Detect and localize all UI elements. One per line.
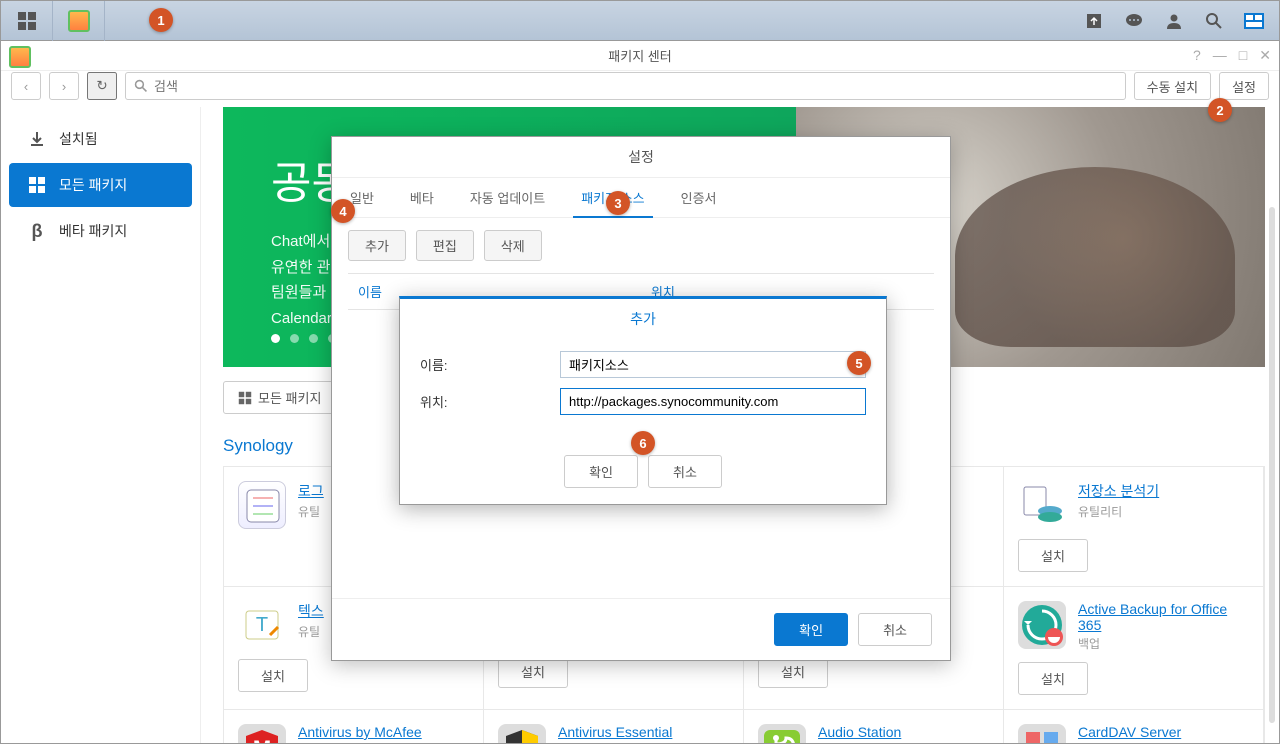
- package-icon: [758, 724, 806, 743]
- scrollbar[interactable]: [1269, 207, 1275, 723]
- add-source-button[interactable]: 추가: [348, 230, 406, 261]
- callout-6: 6: [631, 431, 655, 455]
- nav-forward-button[interactable]: ›: [49, 72, 79, 100]
- callout-4: 4: [331, 199, 355, 223]
- toolbar: ‹ › ↻ 수동 설치 설정: [1, 71, 1279, 107]
- grid-icon: [27, 175, 47, 195]
- add-cancel-button[interactable]: 취소: [648, 455, 722, 488]
- upload-icon[interactable]: [1083, 10, 1105, 32]
- location-input[interactable]: [560, 388, 866, 415]
- package-icon: T: [238, 601, 286, 649]
- search-icon[interactable]: [1203, 10, 1225, 32]
- search-icon: [134, 79, 148, 93]
- package-icon: [1018, 724, 1066, 743]
- tab-beta[interactable]: 베타: [392, 178, 452, 217]
- name-label: 이름:: [420, 355, 560, 374]
- svg-text:T: T: [256, 614, 268, 636]
- sidebar: 설치됨 모든 패키지 β 베타 패키지: [1, 107, 201, 743]
- package-card[interactable]: Audio Station멀티미디어: [744, 710, 1004, 743]
- package-card[interactable]: Antivirus Essential보안: [484, 710, 744, 743]
- window-title: 패키지 센터: [608, 46, 671, 65]
- download-icon: [27, 129, 47, 149]
- add-modal-title: 추가: [400, 299, 886, 339]
- settings-button[interactable]: 설정: [1219, 72, 1269, 100]
- grid-icon: [238, 391, 252, 405]
- search-box[interactable]: [125, 72, 1126, 100]
- refresh-button[interactable]: ↻: [87, 72, 117, 100]
- callout-1: 1: [149, 8, 173, 32]
- sidebar-item-label: 설치됨: [59, 129, 98, 149]
- package-icon: [1018, 481, 1066, 529]
- settings-cancel-button[interactable]: 취소: [858, 613, 932, 646]
- tab-auto-update[interactable]: 자동 업데이트: [452, 178, 563, 217]
- package-card[interactable]: M Antivirus by McAfee보안: [224, 710, 484, 743]
- apps-grid-icon: [18, 12, 36, 30]
- manual-install-button[interactable]: 수동 설치: [1134, 72, 1211, 100]
- install-button[interactable]: 설치: [1018, 662, 1088, 695]
- user-icon[interactable]: [1163, 10, 1185, 32]
- package-card[interactable]: 저장소 분석기유틸리티 설치: [1004, 467, 1264, 587]
- tab-certificate[interactable]: 인증서: [663, 178, 735, 217]
- sidebar-item-label: 모든 패키지: [59, 175, 127, 195]
- taskbar-package-center-button[interactable]: [53, 1, 105, 41]
- beta-icon: β: [27, 221, 47, 241]
- window-help-icon[interactable]: ?: [1193, 47, 1201, 64]
- install-button[interactable]: 설치: [238, 659, 308, 692]
- window-header: 패키지 센터 ? — □ ✕: [1, 41, 1279, 71]
- callout-5: 5: [847, 351, 871, 375]
- window-maximize-icon[interactable]: □: [1239, 47, 1247, 64]
- system-taskbar: [1, 1, 1279, 41]
- callout-2: 2: [1208, 98, 1232, 122]
- package-icon: [1018, 601, 1066, 649]
- edit-source-button[interactable]: 편집: [416, 230, 474, 261]
- search-input[interactable]: [148, 79, 1117, 94]
- chat-icon[interactable]: [1123, 10, 1145, 32]
- package-icon: [498, 724, 546, 743]
- window-close-icon[interactable]: ✕: [1259, 47, 1271, 64]
- taskbar-apps-button[interactable]: [1, 1, 53, 41]
- sidebar-item-all-packages[interactable]: 모든 패키지: [9, 163, 192, 207]
- settings-modal-title: 설정: [332, 137, 950, 178]
- name-input[interactable]: [560, 351, 866, 378]
- package-card[interactable]: CardDAV Server유틸리티: [1004, 710, 1264, 743]
- package-icon: [238, 481, 286, 529]
- banner-pagination[interactable]: [271, 334, 337, 343]
- package-card[interactable]: Active Backup for Office 365백업 설치: [1004, 587, 1264, 710]
- window-app-icon: [9, 46, 31, 68]
- delete-source-button[interactable]: 삭제: [484, 230, 542, 261]
- add-ok-button[interactable]: 확인: [564, 455, 638, 488]
- settings-ok-button[interactable]: 확인: [774, 613, 848, 646]
- sidebar-item-label: 베타 패키지: [59, 221, 127, 241]
- callout-3: 3: [606, 191, 630, 215]
- sidebar-item-installed[interactable]: 설치됨: [9, 117, 192, 161]
- settings-tabs: 일반 베타 자동 업데이트 패키지 소스 인증서: [332, 178, 950, 218]
- package-icon: M: [238, 724, 286, 743]
- install-button[interactable]: 설치: [1018, 539, 1088, 572]
- widgets-icon[interactable]: [1243, 10, 1265, 32]
- package-center-icon: [68, 10, 90, 32]
- location-label: 위치:: [420, 392, 560, 411]
- window-minimize-icon[interactable]: —: [1213, 47, 1227, 64]
- svg-text:M: M: [253, 736, 271, 743]
- nav-back-button[interactable]: ‹: [11, 72, 41, 100]
- filter-all-packages[interactable]: 모든 패키지: [223, 381, 336, 414]
- add-source-modal: 추가 이름: 위치: 확인 취소: [399, 296, 887, 505]
- sidebar-item-beta[interactable]: β 베타 패키지: [9, 209, 192, 253]
